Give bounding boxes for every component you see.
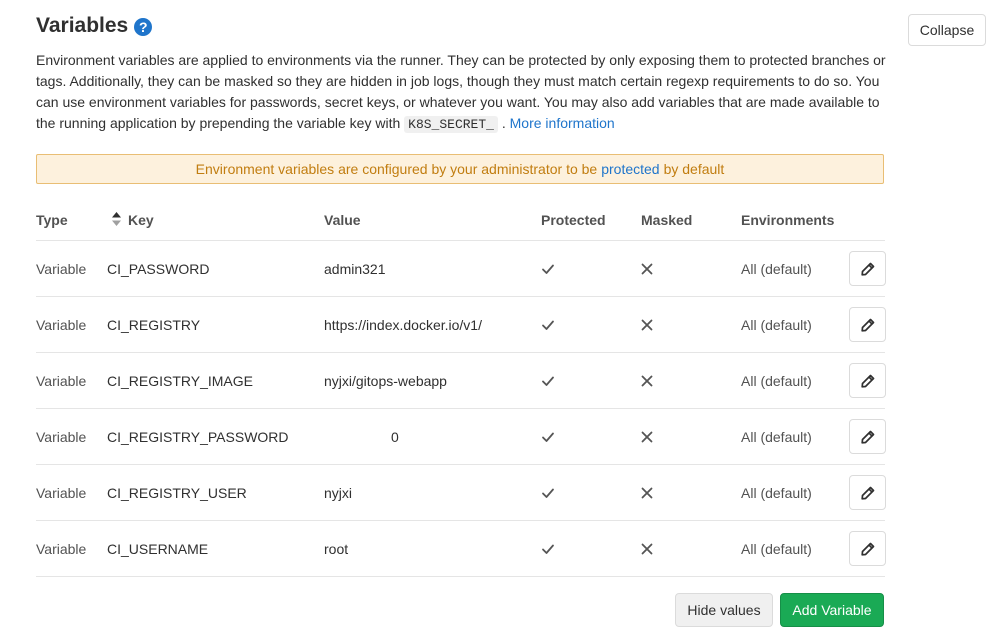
edit-variable-button[interactable]: [849, 307, 886, 342]
protected-link[interactable]: protected: [601, 161, 659, 177]
close-icon: [641, 409, 653, 465]
variable-value: nyjxi/gitops-webapp: [324, 373, 447, 389]
question-circle-icon[interactable]: ?: [134, 17, 153, 36]
variable-value: nyjxi: [324, 485, 353, 501]
sort-icon[interactable]: [112, 212, 121, 226]
collapse-button[interactable]: Collapse: [908, 14, 986, 46]
variable-type: Variable: [36, 317, 87, 333]
alert-text-before: Environment variables are configured by …: [195, 161, 598, 177]
variable-environment: All (default): [741, 429, 812, 445]
column-header-type: Type: [36, 212, 68, 228]
table-row: Variable CI_REGISTRY https://index.docker.…: [36, 296, 886, 353]
variable-environment: All (default): [741, 373, 812, 389]
variable-key: CI_PASSWORD: [107, 261, 210, 277]
close-icon: [641, 521, 653, 577]
add-variable-button[interactable]: Add Variable: [780, 593, 884, 627]
check-icon: [541, 297, 555, 353]
variable-environment: All (default): [741, 485, 812, 501]
page-title: Variables: [36, 14, 129, 37]
variable-environment: All (default): [741, 317, 812, 333]
variable-key: CI_REGISTRY_IMAGE: [107, 373, 254, 389]
edit-variable-button[interactable]: [849, 419, 886, 454]
code-k8s-secret: K8S_SECRET_: [404, 116, 498, 133]
check-icon: [541, 409, 555, 465]
check-icon: [541, 521, 555, 577]
variable-key: CI_REGISTRY_USER: [107, 485, 247, 501]
check-icon: [541, 241, 555, 297]
variable-value: 0: [391, 429, 399, 445]
description-period: .: [501, 115, 506, 131]
variable-value: root: [324, 541, 349, 557]
column-header-protected: Protected: [541, 212, 606, 228]
column-header-value: Value: [324, 212, 361, 228]
protected-alert: Environment variables are configured by …: [36, 154, 884, 184]
close-icon: [641, 353, 653, 409]
title-row: Variables ?: [36, 14, 153, 38]
table-bottom-divider: [36, 576, 885, 577]
close-icon: [641, 297, 653, 353]
table-row: Variable CI_REGISTRY_IMAGE nyjxi/gitops-we…: [36, 352, 886, 409]
pencil-icon: [860, 318, 875, 332]
more-information-link[interactable]: More information: [510, 115, 615, 131]
check-icon: [541, 353, 555, 409]
column-header-key[interactable]: Key: [128, 212, 154, 228]
table-row: Variable CI_PASSWORD admin321 All (default): [36, 240, 886, 297]
close-icon: [641, 465, 653, 521]
variable-type: Variable: [36, 485, 87, 501]
column-header-masked: Masked: [641, 212, 693, 228]
variable-value: https://index.docker.io/v1/: [324, 317, 482, 333]
variable-environment: All (default): [741, 261, 812, 277]
close-icon: [641, 241, 653, 297]
pencil-icon: [860, 542, 875, 556]
pencil-icon: [860, 430, 875, 444]
pencil-icon: [860, 262, 875, 276]
hide-values-button[interactable]: Hide values: [675, 593, 773, 627]
description: Environment variables are applied to env…: [36, 50, 886, 135]
check-icon: [541, 465, 555, 521]
variable-type: Variable: [36, 261, 87, 277]
variable-type: Variable: [36, 373, 87, 389]
variable-environment: All (default): [741, 541, 812, 557]
edit-variable-button[interactable]: [849, 363, 886, 398]
table-row: Variable CI_REGISTRY_PASSWORD 0 All (defaul…: [36, 408, 886, 465]
variable-value: admin321: [324, 261, 386, 277]
pencil-icon: [860, 374, 875, 388]
table-row: Variable CI_REGISTRY_USER nyjxi All (defaul…: [36, 464, 886, 521]
variable-key: CI_REGISTRY: [107, 317, 201, 333]
pencil-icon: [860, 486, 875, 500]
edit-variable-button[interactable]: [849, 531, 886, 566]
edit-variable-button[interactable]: [849, 475, 886, 510]
variable-key: CI_REGISTRY_PASSWORD: [107, 429, 289, 445]
alert-text-after: by default: [663, 161, 725, 177]
column-header-environments: Environments: [741, 212, 835, 228]
variable-type: Variable: [36, 429, 87, 445]
edit-variable-button[interactable]: [849, 251, 886, 286]
variable-type: Variable: [36, 541, 87, 557]
table-row: Variable CI_USERNAME root All (default): [36, 520, 886, 577]
variable-key: CI_USERNAME: [107, 541, 209, 557]
